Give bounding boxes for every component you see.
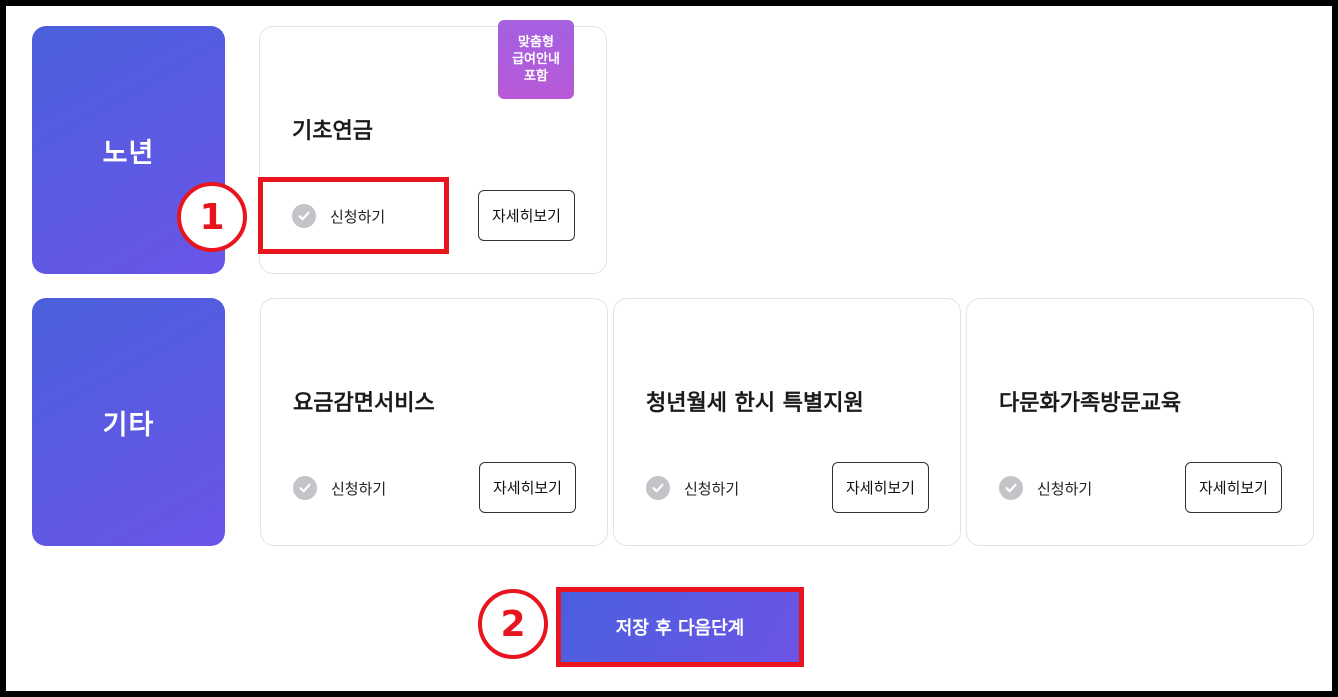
card-title: 청년월세 한시 특별지원 [646, 391, 864, 416]
step-number: 2 [500, 603, 526, 645]
apply-checkbox[interactable]: 신청하기 [646, 476, 739, 500]
card-fee-reduction: 요금감면서비스 신청하기 자세히보기 [260, 298, 608, 546]
card-youth-rent: 청년월세 한시 특별지원 신청하기 자세히보기 [613, 298, 961, 546]
card-title: 다문화가족방문교육 [999, 391, 1182, 416]
step-number: 1 [199, 196, 225, 238]
apply-checkbox[interactable]: 신청하기 [293, 476, 386, 500]
card-title: 요금감면서비스 [293, 391, 435, 416]
benefits-panel: 노년 맞춤형 급여안내 포함 기초연금 신청하기 자세히보기 기타 요금감면서비… [6, 6, 1332, 691]
detail-button[interactable]: 자세히보기 [832, 462, 929, 513]
step-marker-2: 2 [478, 589, 548, 659]
card-basic-pension: 맞춤형 급여안내 포함 기초연금 신청하기 자세히보기 [259, 20, 607, 274]
detail-button[interactable]: 자세히보기 [478, 190, 575, 241]
card-title: 기초연금 [292, 119, 373, 144]
apply-checkbox[interactable]: 신청하기 [292, 204, 385, 228]
apply-label: 신청하기 [684, 479, 740, 498]
step-marker-1: 1 [177, 182, 247, 252]
category-other: 기타 [32, 298, 225, 546]
check-icon [646, 476, 670, 500]
custom-benefit-badge: 맞춤형 급여안내 포함 [498, 20, 574, 99]
apply-label: 신청하기 [1037, 479, 1093, 498]
check-icon [292, 204, 316, 228]
category-label: 기타 [102, 409, 155, 441]
check-icon [999, 476, 1023, 500]
apply-label: 신청하기 [330, 207, 386, 226]
detail-button[interactable]: 자세히보기 [479, 462, 576, 513]
category-label: 노년 [102, 137, 155, 169]
apply-checkbox[interactable]: 신청하기 [999, 476, 1092, 500]
check-icon [293, 476, 317, 500]
badge-text: 맞춤형 급여안내 포함 [512, 35, 560, 84]
save-next-button[interactable]: 저장 후 다음단계 [556, 587, 804, 667]
card-multicultural-education: 다문화가족방문교육 신청하기 자세히보기 [966, 298, 1314, 546]
apply-label: 신청하기 [331, 479, 387, 498]
detail-button[interactable]: 자세히보기 [1185, 462, 1282, 513]
